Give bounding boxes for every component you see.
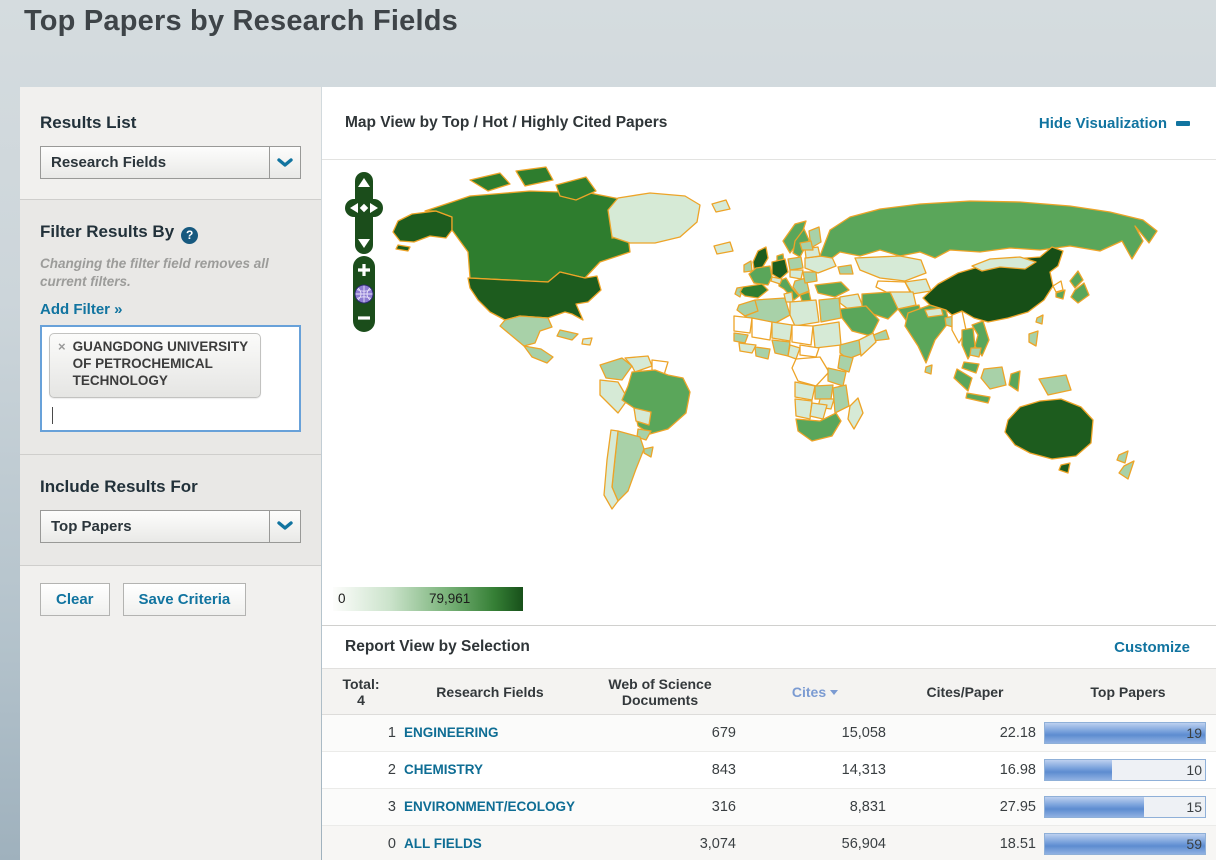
- report-table: Total: 4 Research Fields Web of Science …: [322, 668, 1216, 860]
- save-criteria-button[interactable]: Save Criteria: [122, 582, 247, 616]
- top-papers-bar: 10: [1044, 759, 1206, 781]
- cites-cell: 56,904: [740, 825, 890, 860]
- include-results-heading: Include Results For: [40, 476, 198, 496]
- add-filter-link[interactable]: Add Filter »: [40, 301, 123, 318]
- remove-filter-icon[interactable]: ×: [58, 339, 66, 390]
- top-papers-value: 19: [1186, 725, 1202, 741]
- rank-cell: 1: [322, 714, 400, 752]
- documents-cell: 316: [580, 788, 740, 826]
- include-results-selected-value: Top Papers: [51, 517, 132, 535]
- chevron-down-icon[interactable]: [269, 147, 300, 178]
- cites-cell: 8,831: [740, 788, 890, 826]
- filter-input-box[interactable]: × GUANGDONG UNIVERSITY OF PETROCHEMICAL …: [40, 324, 301, 432]
- cites-cell: 15,058: [740, 714, 890, 752]
- table-row: 1 ENGINEERING 679 15,058 22.18 19: [322, 714, 1216, 752]
- map-area: 0 79,961: [322, 160, 1216, 625]
- field-link[interactable]: ENVIRONMENT/ECOLOGY: [404, 799, 575, 814]
- rank-cell: 0: [322, 825, 400, 860]
- hide-visualization-link[interactable]: Hide Visualization: [1039, 115, 1190, 132]
- rank-cell: 2: [322, 751, 400, 789]
- table-header-row: Total: 4 Research Fields Web of Science …: [322, 668, 1216, 715]
- documents-cell: 843: [580, 751, 740, 789]
- field-link[interactable]: ALL FIELDS: [404, 836, 482, 851]
- top-papers-bar-cell: 10: [1040, 751, 1216, 789]
- table-row: 3 ENVIRONMENT/ECOLOGY 316 8,831 27.95 15: [322, 788, 1216, 826]
- help-icon[interactable]: ?: [181, 226, 199, 244]
- top-papers-bar: 19: [1044, 722, 1206, 744]
- top-papers-bar: 59: [1044, 833, 1206, 855]
- results-list-section: Results List Research Fields: [20, 87, 321, 199]
- field-link[interactable]: ENGINEERING: [404, 725, 499, 740]
- cites-per-paper-cell: 22.18: [890, 714, 1040, 752]
- clear-button[interactable]: Clear: [40, 582, 110, 616]
- cites-cell: 14,313: [740, 751, 890, 789]
- filter-chip: × GUANGDONG UNIVERSITY OF PETROCHEMICAL …: [49, 332, 261, 398]
- sidebar-actions: Clear Save Criteria: [20, 564, 321, 860]
- map-pan-control[interactable]: [345, 172, 383, 254]
- cites-per-paper-cell: 16.98: [890, 751, 1040, 789]
- main-panel: Map View by Top / Hot / Highly Cited Pap…: [322, 87, 1216, 860]
- top-papers-value: 10: [1186, 762, 1202, 778]
- include-results-section: Include Results For Top Papers: [20, 453, 321, 565]
- page-title: Top Papers by Research Fields: [24, 5, 458, 37]
- column-header-wos-documents: Web of Science Documents: [580, 668, 740, 715]
- map-view-title: Map View by Top / Hot / Highly Cited Pap…: [345, 114, 668, 131]
- report-view-header: Report View by Selection Customize: [322, 625, 1216, 668]
- world-choropleth-map: [392, 166, 1158, 510]
- collapse-minus-icon: [1176, 120, 1190, 126]
- top-papers-value: 59: [1186, 836, 1202, 852]
- map-legend-gradient: 0 79,961: [333, 587, 523, 611]
- field-link[interactable]: CHEMISTRY: [404, 762, 483, 777]
- cites-per-paper-cell: 18.51: [890, 825, 1040, 860]
- include-results-dropdown[interactable]: Top Papers: [40, 509, 301, 543]
- filter-chip-label: GUANGDONG UNIVERSITY OF PETROCHEMICAL TE…: [72, 338, 248, 388]
- cites-per-paper-cell: 27.95: [890, 788, 1040, 826]
- report-view-title: Report View by Selection: [345, 638, 530, 655]
- documents-cell: 679: [580, 714, 740, 752]
- chevron-down-icon[interactable]: [269, 510, 300, 542]
- map-zoom-control[interactable]: [352, 256, 376, 332]
- filter-note: Changing the filter field removes all cu…: [40, 255, 269, 289]
- column-header-top-papers: Top Papers: [1040, 668, 1216, 715]
- results-list-dropdown[interactable]: Research Fields: [40, 146, 301, 179]
- table-row-all-fields: 0 ALL FIELDS 3,074 56,904 18.51 59: [322, 825, 1216, 860]
- sidebar: Results List Research Fields Filter Resu…: [20, 87, 321, 860]
- map-view-header: Map View by Top / Hot / Highly Cited Pap…: [322, 87, 1216, 160]
- results-list-heading: Results List: [40, 113, 137, 132]
- sort-arrow-icon: [830, 689, 839, 695]
- legend-max-value: 79,961: [429, 591, 471, 606]
- top-papers-bar-cell: 19: [1040, 714, 1216, 752]
- top-papers-bar: 15: [1044, 796, 1206, 818]
- filter-heading: Filter Results By?: [40, 222, 301, 244]
- customize-link[interactable]: Customize: [1114, 639, 1190, 656]
- text-cursor: [52, 406, 53, 424]
- table-row: 2 CHEMISTRY 843 14,313 16.98 10: [322, 751, 1216, 789]
- documents-cell: 3,074: [580, 825, 740, 860]
- top-papers-bar-cell: 59: [1040, 825, 1216, 860]
- results-list-selected-value: Research Fields: [51, 154, 167, 171]
- column-header-research-fields: Research Fields: [400, 668, 580, 715]
- top-papers-value: 15: [1186, 799, 1202, 815]
- column-header-cites-per-paper: Cites/Paper: [890, 668, 1040, 715]
- filter-section: Filter Results By? Changing the filter f…: [20, 199, 321, 454]
- column-header-total: Total: 4: [322, 668, 400, 715]
- legend-min-value: 0: [338, 591, 346, 606]
- column-header-cites-sort[interactable]: Cites: [740, 668, 890, 715]
- rank-cell: 3: [322, 788, 400, 826]
- top-papers-bar-cell: 15: [1040, 788, 1216, 826]
